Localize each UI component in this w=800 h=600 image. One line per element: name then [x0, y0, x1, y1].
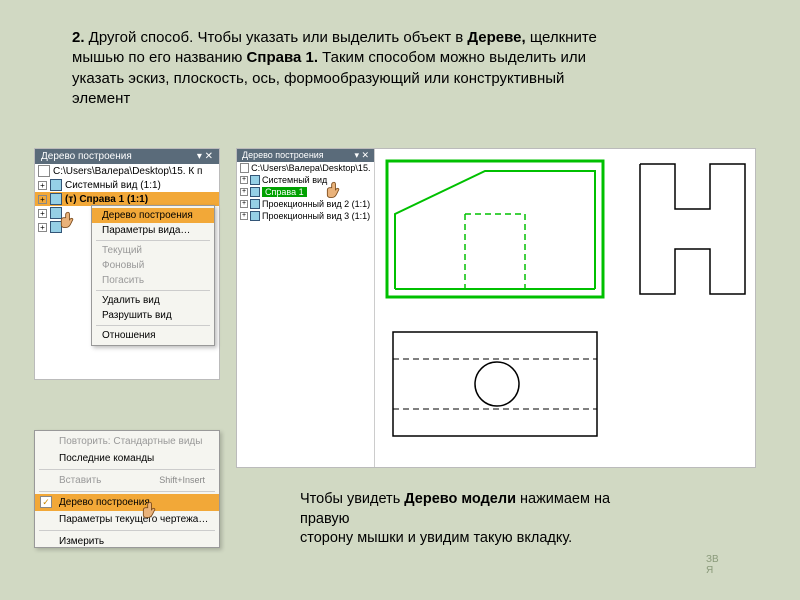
menu-item-delete[interactable]: Удалить вид [92, 293, 214, 308]
expand-icon[interactable]: + [38, 209, 47, 218]
tree-item-label: Проекционный вид 3 (1:1) [262, 211, 370, 221]
keyboard-shortcut: Shift+Insert [159, 475, 211, 485]
menu-item-destroy[interactable]: Разрушить вид [92, 308, 214, 323]
pointer-hand-icon [139, 499, 165, 525]
instruction-text: 2. Другой способ. Чтобы указать или выде… [72, 28, 742, 109]
view-icon [250, 187, 260, 197]
menu-item-current: Текущий [92, 243, 214, 258]
expand-icon[interactable]: + [240, 176, 248, 184]
document-icon [240, 163, 249, 173]
menu-separator [39, 469, 215, 470]
tree-titlebar: Дерево построения ▾ ✕ [237, 149, 374, 162]
menu-item-tree[interactable]: ✓ Дерево построения [35, 494, 219, 511]
drawing-canvas [375, 149, 755, 467]
pointer-hand-icon [57, 209, 83, 235]
view-icon [50, 193, 62, 205]
tree-selected-row[interactable]: + Справа 1 [237, 186, 374, 198]
view-front [385, 159, 605, 299]
menu-item-params[interactable]: Параметры вида… [92, 223, 214, 238]
menu-item-repeat: Повторить: Стандартные виды [35, 433, 219, 450]
tree-row[interactable]: + Проекционный вид 3 (1:1) [237, 210, 374, 222]
view-icon [250, 211, 260, 221]
context-menu-1: Дерево построения Параметры вида… Текущи… [91, 205, 215, 346]
context-menu-2: Повторить: Стандартные виды Последние ко… [34, 430, 220, 548]
tree-title: Дерево построения [41, 151, 132, 162]
menu-item-recent[interactable]: Последние команды [35, 450, 219, 467]
expand-icon[interactable]: + [38, 195, 47, 204]
tree-file-row: C:\Users\Валера\Desktop\15. К п [35, 164, 219, 178]
view-side [635, 159, 750, 299]
view-top [385, 324, 605, 444]
tree-item-label: Системный вид (1:1) [65, 180, 161, 191]
menu-item-off: Погасить [92, 273, 214, 288]
tree-item-label: Системный вид [262, 175, 327, 185]
menu-item-paste: Вставить Shift+Insert [35, 472, 219, 489]
tree-file-row: C:\Users\Валера\Desktop\15. К п [237, 162, 374, 174]
menu-label: Дерево построения [59, 497, 150, 508]
menu-item-params[interactable]: Параметры текущего чертежа… [35, 511, 219, 528]
menu-label: Вставить [59, 475, 101, 486]
view-icon [50, 179, 62, 191]
pointer-hand-icon [323, 179, 349, 205]
menu-item-measure[interactable]: Измерить [35, 533, 219, 550]
menu-item-bg: Фоновый [92, 258, 214, 273]
file-path: C:\Users\Валера\Desktop\15. К п [53, 166, 202, 177]
corner-mark: ЗВ Я [706, 554, 719, 576]
menu-separator [96, 325, 210, 326]
cad-drawing-panel: Дерево построения ▾ ✕ C:\Users\Валера\De… [236, 148, 756, 468]
menu-item-tree[interactable]: Дерево построения [92, 208, 214, 223]
menu-separator [39, 530, 215, 531]
menu-separator [96, 290, 210, 291]
tree-system-view-row[interactable]: + Системный вид (1:1) [35, 178, 219, 192]
tree-item-label: Справа 1 [262, 187, 307, 197]
tree-item-label: (т) Справа 1 (1:1) [65, 194, 148, 205]
expand-icon[interactable]: + [38, 181, 47, 190]
file-path: C:\Users\Валера\Desktop\15. К п [251, 163, 371, 173]
view-icon [250, 199, 260, 209]
bottom-instruction: Чтобы увидеть Дерево модели нажимаем на … [300, 490, 700, 549]
expand-icon[interactable]: + [240, 188, 248, 196]
titlebar-controls: ▾ ✕ [197, 151, 213, 162]
tree-item-label: Проекционный вид 2 (1:1) [262, 199, 370, 209]
check-icon: ✓ [40, 496, 52, 508]
expand-icon[interactable]: + [38, 223, 47, 232]
expand-icon[interactable]: + [240, 200, 248, 208]
drawing-tree-panel: Дерево построения ▾ ✕ C:\Users\Валера\De… [237, 149, 375, 467]
menu-label: Повторить: Стандартные виды [59, 436, 202, 447]
document-icon [38, 165, 50, 177]
titlebar-controls: ▾ ✕ [354, 150, 369, 161]
menu-separator [96, 240, 210, 241]
expand-icon[interactable]: + [240, 212, 248, 220]
tree-panel-screenshot-1: Дерево построения ▾ ✕ C:\Users\Валера\De… [34, 148, 220, 380]
menu-separator [39, 491, 215, 492]
view-icon [250, 175, 260, 185]
menu-item-relations[interactable]: Отношения [92, 328, 214, 343]
tree-system-view-row[interactable]: + Системный вид [237, 174, 374, 186]
tree-title: Дерево построения [242, 150, 324, 161]
tree-row[interactable]: + Проекционный вид 2 (1:1) [237, 198, 374, 210]
tree-titlebar: Дерево построения ▾ ✕ [35, 149, 219, 164]
tree-selected-row[interactable]: + (т) Справа 1 (1:1) [35, 192, 219, 206]
